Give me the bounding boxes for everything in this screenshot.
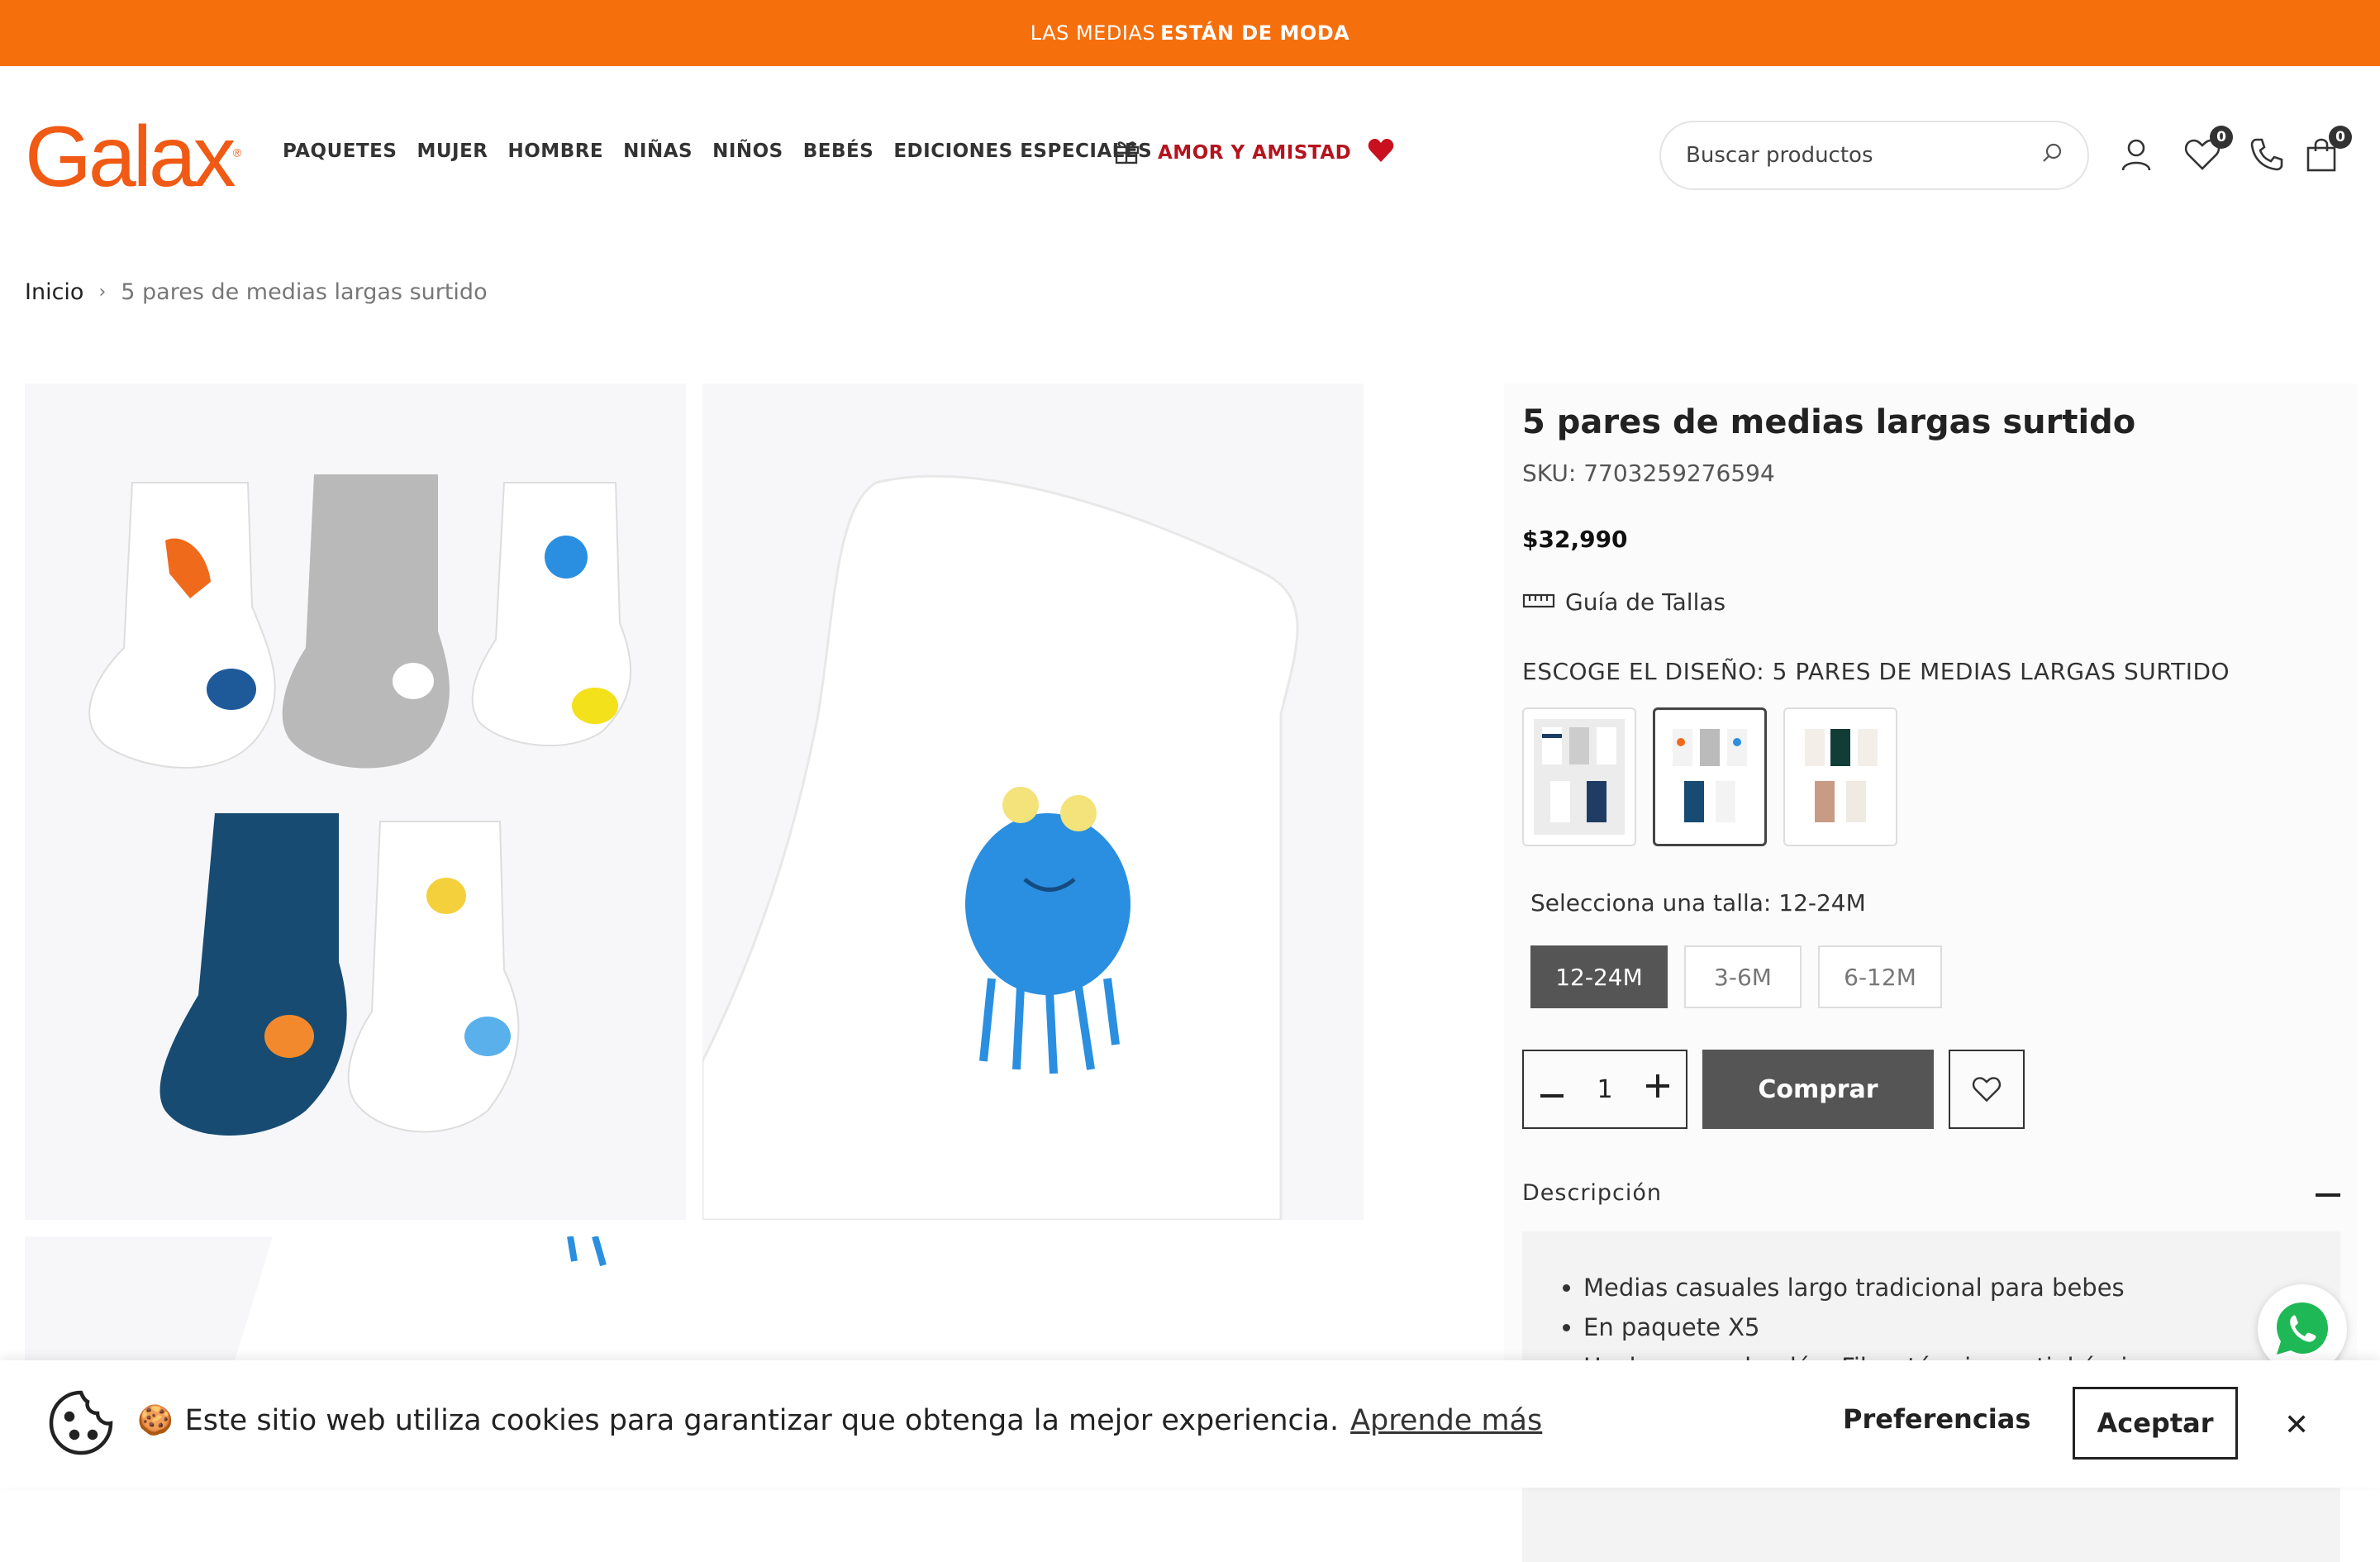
phone-icon[interactable] xyxy=(2248,136,2286,174)
learn-more-link[interactable]: Aprende más xyxy=(1350,1404,1542,1437)
buy-button[interactable]: Comprar xyxy=(1702,1050,1934,1129)
design-swatch-1[interactable] xyxy=(1522,707,1636,846)
add-to-wishlist-button[interactable] xyxy=(1949,1050,2025,1129)
breadcrumb-home[interactable]: Inicio xyxy=(25,279,83,305)
account-icon[interactable] xyxy=(2117,136,2155,174)
design-swatch-2[interactable] xyxy=(1653,707,1767,846)
size-option-3-6m[interactable]: 3-6M xyxy=(1684,945,1802,1008)
product-sku: SKU: 7703259276594 xyxy=(1522,460,1775,487)
product-image-closeup[interactable] xyxy=(702,383,1364,1220)
cookie-banner: 🍪 Este sitio web utiliza cookies para ga… xyxy=(0,1360,2380,1488)
accept-cookies-button[interactable]: Aceptar xyxy=(2073,1387,2238,1460)
description-item: Medias casuales largo tradicional para b… xyxy=(1583,1268,2155,1307)
product-image-set[interactable] xyxy=(25,383,686,1220)
quantity-value[interactable]: 1 xyxy=(1597,1075,1612,1104)
description-item: En paquete X5 xyxy=(1583,1307,2155,1347)
description-title: Descripción xyxy=(1522,1180,1663,1206)
design-swatch-3[interactable] xyxy=(1783,707,1897,846)
cookie-message-row: 🍪 Este sitio web utiliza cookies para ga… xyxy=(137,1403,1542,1438)
site-header: Galax® PAQUETES MUJER HOMBRE NIÑAS NIÑOS… xyxy=(0,66,2380,244)
product-price: $32,990 xyxy=(1522,526,1628,553)
description-toggle[interactable]: Descripción xyxy=(1522,1180,2340,1206)
collapse-icon xyxy=(2316,1193,2340,1197)
quantity-stepper: 1 xyxy=(1522,1050,1687,1129)
wishlist-count-badge: 0 xyxy=(2210,126,2233,149)
cart-count-badge: 0 xyxy=(2329,126,2352,149)
whatsapp-icon xyxy=(2277,1302,2328,1355)
breadcrumb-current: 5 pares de medias largas surtido xyxy=(121,279,488,305)
wishlist-icon[interactable]: 0 xyxy=(2183,126,2233,174)
size-option-12-24m[interactable]: 12-24M xyxy=(1530,945,1668,1008)
preferences-button[interactable]: Preferencias xyxy=(1843,1403,2030,1435)
announcement-highlight: ESTÁN DE MODA xyxy=(1160,21,1350,45)
cart-icon[interactable]: 0 xyxy=(2302,126,2352,174)
size-guide-label: Guía de Tallas xyxy=(1565,588,1726,616)
cookie-icon xyxy=(46,1388,116,1461)
close-icon[interactable]: ✕ xyxy=(2284,1408,2309,1442)
size-label: Selecciona una talla: 12-24M xyxy=(1530,889,1866,917)
heart-outline-icon xyxy=(1972,1077,2002,1102)
plus-icon[interactable] xyxy=(1645,1074,1669,1104)
header-icons: 0 0 xyxy=(0,126,2380,177)
product-info-panel: 5 pares de medias largas surtido SKU: 77… xyxy=(1504,383,2357,1562)
minus-icon[interactable] xyxy=(1540,1075,1564,1104)
breadcrumb: Inicio › 5 pares de medias largas surtid… xyxy=(25,279,488,305)
design-label: ESCOGE EL DISEÑO: 5 PARES DE MEDIAS LARG… xyxy=(1522,658,2230,685)
size-option-6-12m[interactable]: 6-12M xyxy=(1818,945,1942,1008)
announcement-bar: LAS MEDIAS ESTÁN DE MODA xyxy=(0,0,2380,66)
product-title: 5 pares de medias largas surtido xyxy=(1522,403,2136,441)
cookie-emoji: 🍪 xyxy=(137,1404,174,1437)
announcement-prefix: LAS MEDIAS xyxy=(1030,21,1156,45)
size-guide-link[interactable]: Guía de Tallas xyxy=(1522,588,1726,616)
ruler-icon xyxy=(1522,588,1555,616)
design-swatches xyxy=(1522,707,1897,846)
size-options: 12-24M 3-6M 6-12M xyxy=(1530,945,1942,1008)
chevron-right-icon: › xyxy=(98,282,107,302)
cookie-message: Este sitio web utiliza cookies para gara… xyxy=(184,1403,1340,1437)
